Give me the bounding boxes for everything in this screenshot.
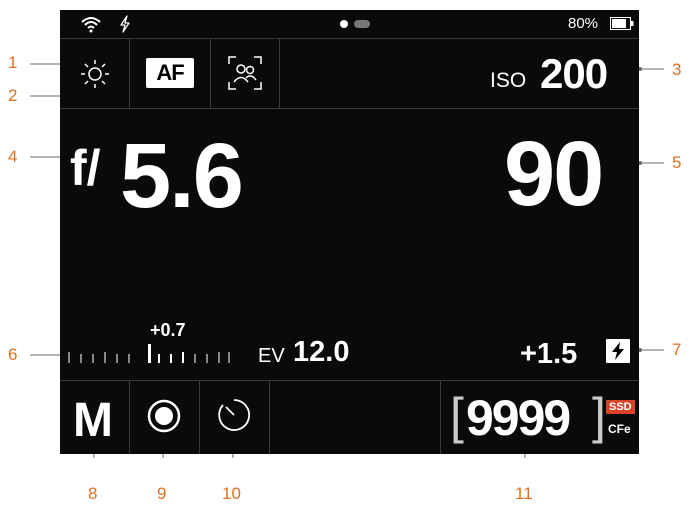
callout-3: 3 bbox=[672, 60, 682, 79]
callout-6: 6 bbox=[8, 345, 18, 364]
af-button[interactable]: AF bbox=[130, 39, 210, 108]
face-detect-icon bbox=[228, 56, 262, 90]
f-prefix: f/ bbox=[70, 140, 101, 196]
battery-percent: 80% bbox=[568, 15, 599, 32]
af-badge: AF bbox=[146, 58, 194, 88]
iso-label: ISO bbox=[490, 69, 527, 92]
face-detect-button[interactable] bbox=[211, 39, 279, 108]
shots-remaining: 9999 bbox=[466, 390, 571, 446]
divider bbox=[60, 108, 639, 109]
record-button[interactable] bbox=[130, 381, 199, 454]
flash-compensation[interactable]: +1.5 bbox=[520, 338, 577, 371]
callout-5: 5 bbox=[672, 153, 682, 172]
ev-offset: +0.7 bbox=[150, 320, 186, 340]
divider bbox=[279, 39, 280, 108]
exposure-meter-scale bbox=[68, 344, 230, 363]
callout-9: 9 bbox=[157, 484, 167, 503]
wifi-icon bbox=[81, 17, 101, 33]
page-indicator-active bbox=[340, 20, 348, 28]
bracket-right: ] bbox=[592, 388, 606, 444]
aperture-value[interactable]: 5.6 bbox=[120, 130, 244, 222]
callout-8: 8 bbox=[88, 484, 98, 503]
callout-11: 11 bbox=[515, 484, 533, 503]
callout-7: 7 bbox=[672, 340, 682, 359]
callout-4: 4 bbox=[8, 147, 18, 166]
bracket-left: [ bbox=[450, 388, 464, 444]
page-indicator-inactive bbox=[354, 20, 370, 28]
media-label-cfe: CFe bbox=[608, 422, 631, 436]
flash-bolt-icon bbox=[120, 15, 130, 33]
callout-2: 2 bbox=[8, 86, 18, 105]
ev-value: 12.0 bbox=[293, 336, 350, 368]
iso-value[interactable]: 200 bbox=[540, 50, 608, 98]
camera-display: 80% AF ISO 200 f/ 5.6 90 +0.7 EV 12.0 +1… bbox=[60, 10, 639, 454]
self-timer-button[interactable] bbox=[200, 381, 269, 454]
mode-value: M bbox=[73, 394, 113, 447]
battery-icon bbox=[610, 17, 634, 30]
brightness-icon bbox=[81, 60, 109, 88]
flash-icon bbox=[606, 339, 630, 363]
callout-10: 10 bbox=[222, 484, 241, 503]
media-badge-ssd: SSD bbox=[606, 400, 635, 414]
divider bbox=[269, 381, 270, 454]
record-icon bbox=[147, 399, 181, 433]
shutter-value[interactable]: 90 bbox=[504, 128, 604, 220]
mode-button[interactable]: M bbox=[60, 381, 129, 454]
divider bbox=[440, 381, 441, 454]
self-timer-icon bbox=[218, 399, 251, 431]
brightness-button[interactable] bbox=[60, 39, 129, 108]
ev-label: EV bbox=[258, 345, 285, 367]
callout-1: 1 bbox=[8, 53, 18, 72]
